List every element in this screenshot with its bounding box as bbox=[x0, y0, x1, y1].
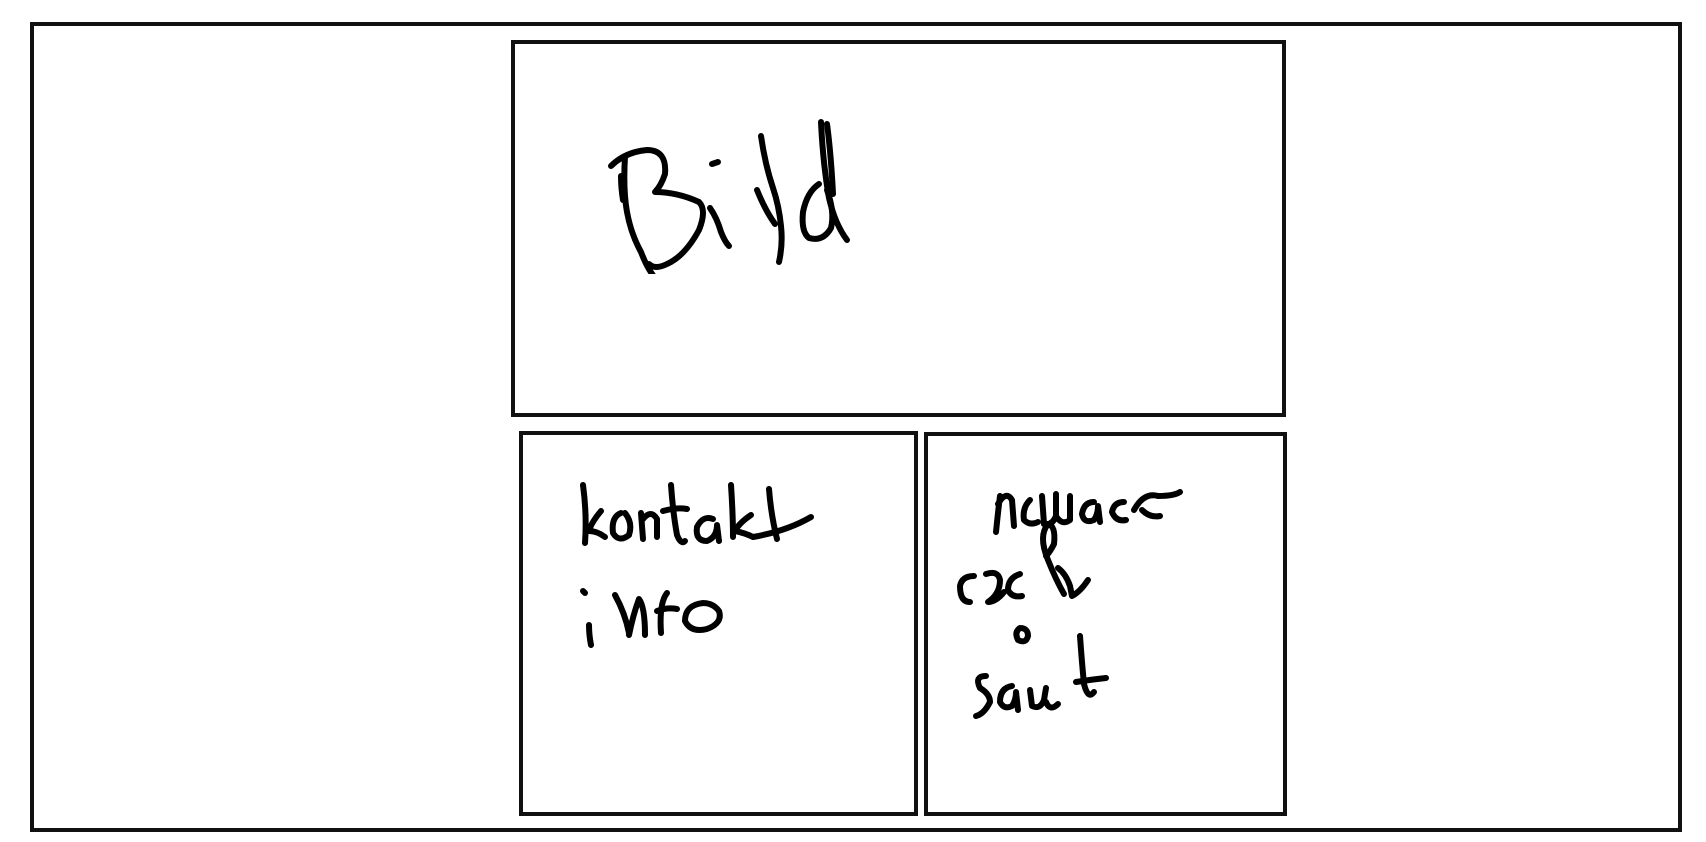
contact-info-box: kontakt info bbox=[519, 431, 918, 816]
names-handwriting bbox=[957, 489, 1183, 719]
image-label-handwriting bbox=[608, 119, 850, 274]
contact-line-1: kontakt bbox=[523, 435, 524, 436]
contact-handwriting bbox=[580, 482, 814, 648]
contact-line-2: info bbox=[523, 435, 524, 436]
image-placeholder-label: Bild bbox=[515, 44, 516, 45]
names-box bbox=[924, 432, 1287, 816]
image-placeholder: Bild bbox=[511, 40, 1286, 417]
